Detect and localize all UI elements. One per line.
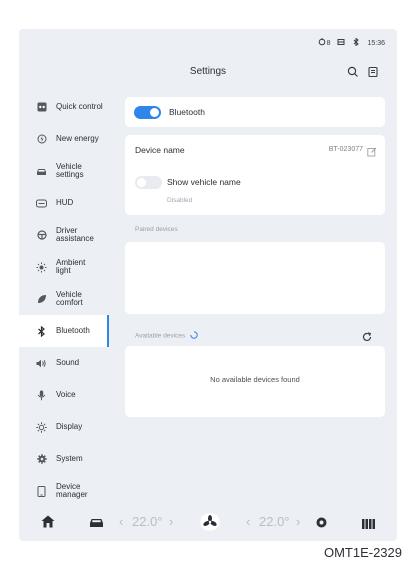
sidebar-item-ambient-light[interactable]: Ambient light <box>19 251 109 283</box>
car-icon <box>36 166 47 177</box>
quick-control-icon <box>36 102 47 113</box>
record-icon[interactable] <box>316 516 327 531</box>
sidebar-item-system[interactable]: System <box>19 443 109 475</box>
paired-devices-heading: Paired devices <box>135 226 178 233</box>
available-devices-heading: Available devices <box>135 331 198 341</box>
sidebar-item-label: HUD <box>56 197 74 207</box>
sidebar-item-voice[interactable]: Voice <box>19 379 109 411</box>
sidebar-item-label: Bluetooth <box>56 325 90 335</box>
device-name-label: Device name <box>135 145 185 155</box>
ambient-light-icon <box>36 262 47 273</box>
sidebar-item-new-energy[interactable]: New energy <box>19 123 109 155</box>
new-energy-icon <box>36 134 47 145</box>
left-temp-up-button[interactable]: › <box>169 514 173 529</box>
brightness-icon <box>36 421 47 433</box>
sidebar-item-bluetooth[interactable]: Bluetooth <box>19 315 109 347</box>
home-icon[interactable] <box>41 515 55 531</box>
wifi-icon <box>337 38 345 48</box>
device-name-card: Device name BT-023077 Show vehicle name … <box>125 135 385 215</box>
sidebar-item-label: Ambient light <box>56 257 86 275</box>
sidebar-item-display[interactable]: Display <box>19 411 109 443</box>
show-vehicle-name-label: Show vehicle name <box>167 177 241 187</box>
gear-icon <box>36 454 47 465</box>
sidebar-item-vehicle-comfort[interactable]: Vehicle comfort <box>19 283 109 315</box>
sidebar-item-quick-control[interactable]: Quick control <box>19 91 109 123</box>
show-vehicle-name-status: Disabled <box>167 197 193 204</box>
refresh-icon[interactable] <box>362 329 372 347</box>
notes-icon[interactable] <box>367 65 379 78</box>
header: Settings <box>19 61 397 83</box>
sidebar-item-label: New energy <box>56 133 99 143</box>
microphone-icon <box>36 390 47 401</box>
device-name-value: BT-023077 <box>328 146 363 153</box>
signal-icon <box>318 38 326 48</box>
fan-icon[interactable] <box>200 513 220 534</box>
sidebar-item-driver-assistance[interactable]: Driver assistance <box>19 219 109 251</box>
sidebar-item-label: Quick control <box>56 101 103 111</box>
sidebar-item-vehicle-settings[interactable]: Vehicle settings <box>19 155 109 187</box>
sidebar-item-label: Device manager <box>56 481 88 499</box>
sidebar-item-label: Vehicle settings <box>56 161 84 179</box>
left-temp-down-button[interactable]: ‹ <box>119 514 123 529</box>
sidebar-item-label: System <box>56 453 83 463</box>
sidebar: Quick control New energy Vehicle setting… <box>19 91 109 507</box>
bluetooth-toggle[interactable] <box>134 106 161 119</box>
sidebar-item-label: Display <box>56 421 83 431</box>
right-temp-up-button[interactable]: › <box>296 514 300 529</box>
sidebar-item-device-manager[interactable]: Device manager <box>19 475 109 507</box>
available-devices-label: Available devices <box>135 332 186 340</box>
signal-count: 8 <box>326 39 331 47</box>
steering-wheel-icon <box>36 230 47 241</box>
device-icon <box>36 485 47 497</box>
sidebar-item-sound[interactable]: Sound <box>19 347 109 379</box>
figure-code: OMT1E-2329 <box>323 545 402 560</box>
edit-icon[interactable] <box>367 144 377 162</box>
hud-icon <box>36 198 47 209</box>
search-icon[interactable] <box>347 65 359 77</box>
settings-screen: 8 15:36 Settings Quick control New energ… <box>19 29 397 541</box>
sidebar-item-hud[interactable]: HUD <box>19 187 109 219</box>
right-temp-down-button[interactable]: ‹ <box>246 514 250 529</box>
bottom-dock: ‹ 22.0° › ‹ 22.0° › <box>19 505 397 541</box>
bluetooth-card: Bluetooth <box>125 97 385 127</box>
sound-icon <box>36 358 47 369</box>
sidebar-item-label: Sound <box>56 357 80 367</box>
sidebar-item-label: Voice <box>56 389 76 399</box>
loading-spinner-icon <box>190 331 198 341</box>
leaf-icon <box>36 294 47 305</box>
vehicle-icon[interactable] <box>89 516 104 531</box>
status-bar: 8 15:36 <box>318 37 385 48</box>
left-temperature: 22.0° <box>132 514 163 529</box>
show-vehicle-name-toggle[interactable] <box>135 176 162 189</box>
apps-grid-icon[interactable] <box>362 517 375 532</box>
sidebar-item-label: Vehicle comfort <box>56 289 83 307</box>
paired-devices-list <box>125 242 385 314</box>
no-devices-message: No available devices found <box>210 375 300 384</box>
bluetooth-icon <box>36 325 47 337</box>
right-temperature: 22.0° <box>259 514 290 529</box>
clock: 15:36 <box>367 39 385 47</box>
page-title: Settings <box>189 66 227 77</box>
bluetooth-status-icon <box>352 37 360 48</box>
sidebar-item-label: Driver assistance <box>56 225 94 243</box>
bluetooth-label: Bluetooth <box>169 107 205 117</box>
available-devices-list: No available devices found <box>125 346 385 417</box>
